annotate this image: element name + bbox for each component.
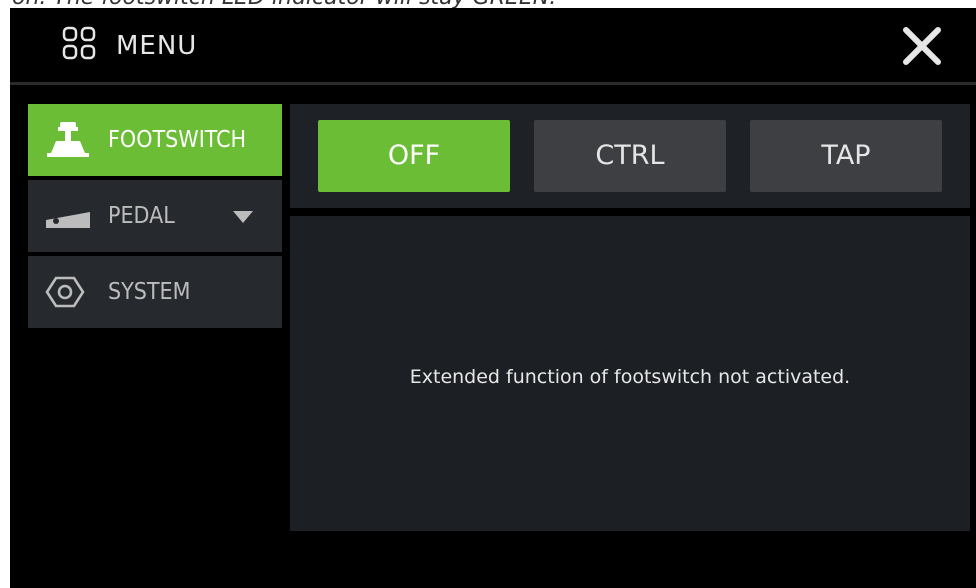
content-panel: Extended function of footswitch not acti… [290, 216, 970, 531]
sidebar-item-label: PEDAL [108, 203, 175, 229]
device-screen: MENU FOOTSWITCH PEDAL SYSTEM OFF CTRL TA… [10, 8, 976, 588]
chevron-down-icon [233, 211, 253, 223]
hex-nut-icon [45, 276, 85, 308]
status-message: Extended function of footswitch not acti… [409, 366, 851, 388]
sidebar-item-label: FOOTSWITCH [108, 127, 247, 153]
pedal-icon [46, 212, 90, 228]
sidebar-item-system[interactable]: SYSTEM [28, 256, 282, 328]
sidebar-item-footswitch[interactable]: FOOTSWITCH [28, 104, 282, 176]
footswitch-icon [47, 122, 89, 157]
grid-icon[interactable] [62, 26, 96, 60]
header-divider [10, 82, 976, 85]
close-icon[interactable] [900, 24, 944, 68]
tab-off[interactable]: OFF [318, 120, 510, 192]
sidebar-item-pedal[interactable]: PEDAL [28, 180, 282, 252]
menu-title[interactable]: MENU [116, 26, 197, 66]
sidebar-item-label: SYSTEM [108, 279, 191, 305]
mode-tab-bar: OFF CTRL TAP [290, 104, 970, 208]
sidebar: FOOTSWITCH PEDAL SYSTEM [28, 104, 282, 332]
header-bar: MENU [10, 8, 976, 85]
tab-ctrl[interactable]: CTRL [534, 120, 726, 192]
tab-tap[interactable]: TAP [750, 120, 942, 192]
